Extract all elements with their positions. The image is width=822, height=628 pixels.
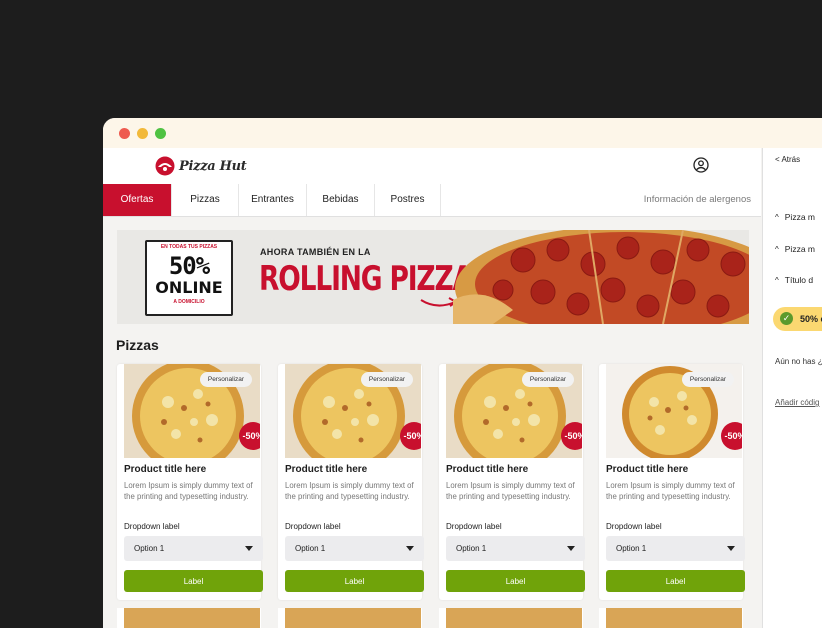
product-card-partial	[117, 608, 261, 628]
promo-banner[interactable]: EN TODAS TUS PIZZAS 50% ONLINE A DOMICIL…	[117, 230, 749, 324]
add-code-link[interactable]: Añadir códig	[775, 398, 819, 407]
dropdown-value: Option 1	[295, 544, 326, 553]
pizza-image	[606, 608, 742, 628]
check-icon: ✓	[780, 312, 793, 325]
pizza-image	[285, 608, 421, 628]
accordion-item[interactable]: ^ Título d	[775, 275, 813, 285]
personalize-button[interactable]: Personalizar	[681, 372, 734, 387]
dropdown-value: Option 1	[456, 544, 487, 553]
discount-badge: -50%	[561, 422, 582, 450]
product-title: Product title here	[606, 464, 689, 475]
back-link[interactable]: < Atrás	[775, 155, 800, 164]
tab-pizzas[interactable]: Pizzas	[172, 184, 239, 216]
discount-badge: EN TODAS TUS PIZZAS 50% ONLINE A DOMICIL…	[145, 240, 233, 316]
panel-note: Aún no has ¿quieres ver	[775, 357, 822, 366]
brand-name: Pizza Hut	[179, 158, 247, 174]
product-description: Lorem Ipsum is simply dummy text of the …	[285, 481, 414, 501]
cart-side-panel: < Atrás ^ Pizza m ^ Pizza m ^ Título d ✓ 50…	[762, 148, 822, 628]
pizza-image	[446, 608, 582, 628]
allergens-link[interactable]: Información de alergenos	[644, 184, 751, 216]
product-title: Product title here	[124, 464, 207, 475]
window-titlebar	[103, 118, 822, 148]
pizza-image	[124, 608, 260, 628]
discount-badge: -50%	[239, 422, 260, 450]
product-description: Lorem Ipsum is simply dummy text of the …	[124, 481, 253, 501]
option-dropdown[interactable]: Option 1	[446, 536, 585, 561]
product-card-partial	[599, 608, 743, 628]
caret-down-icon	[567, 546, 575, 551]
pizza-hut-logo[interactable]: Pizza Hut	[155, 156, 247, 176]
product-image[interactable]: Personalizar -50%	[285, 364, 421, 458]
personalize-button[interactable]: Personalizar	[199, 372, 252, 387]
rolling-pizza-image	[453, 230, 749, 324]
discount-badge: -50%	[400, 422, 421, 450]
tab-bebidas[interactable]: Bebidas	[307, 184, 375, 216]
product-image[interactable]: Personalizar -50%	[124, 364, 260, 458]
dropdown-label: Dropdown label	[124, 522, 180, 531]
product-description: Lorem Ipsum is simply dummy text of the …	[606, 481, 735, 501]
accordion-label: Pizza m	[784, 244, 815, 254]
chevron-up-icon: ^	[775, 213, 779, 222]
badge-percent: 50%	[168, 252, 210, 280]
promo-applied-chip: ✓ 50% c	[773, 307, 822, 331]
maximize-window-button[interactable]	[155, 128, 166, 139]
dropdown-label: Dropdown label	[446, 522, 502, 531]
dropdown-label: Dropdown label	[285, 522, 341, 531]
promo-text: 50% c	[800, 314, 822, 324]
caret-down-icon	[245, 546, 253, 551]
product-title: Product title here	[446, 464, 529, 475]
site-header: Pizza Hut	[103, 148, 761, 185]
personalize-button[interactable]: Personalizar	[360, 372, 413, 387]
add-to-cart-button[interactable]: Label	[285, 570, 424, 592]
dropdown-value: Option 1	[134, 544, 165, 553]
badge-sub-text: A DOMICILIO	[173, 299, 205, 305]
accordion-item[interactable]: ^ Pizza m	[775, 244, 815, 254]
section-title-pizzas: Pizzas	[116, 337, 159, 353]
tab-postres[interactable]: Postres	[375, 184, 441, 216]
option-dropdown[interactable]: Option 1	[606, 536, 745, 561]
product-card: Personalizar -50% Product title here Lor…	[439, 364, 585, 600]
product-card-partial	[278, 608, 422, 628]
dropdown-value: Option 1	[616, 544, 647, 553]
tab-entrantes[interactable]: Entrantes	[239, 184, 307, 216]
option-dropdown[interactable]: Option 1	[124, 536, 263, 561]
banner-kicker: AHORA TAMBIÉN EN LA	[260, 247, 371, 257]
badge-top-text: EN TODAS TUS PIZZAS	[160, 244, 218, 250]
product-card: Personalizar -50% Product title here Lor…	[117, 364, 263, 600]
product-image[interactable]: Personalizar -50%	[446, 364, 582, 458]
browser-window: Pizza Hut Ofertas Pizzas Entrantes Bebid…	[103, 118, 822, 628]
product-image[interactable]: Personalizar -50%	[606, 364, 742, 458]
option-dropdown[interactable]: Option 1	[285, 536, 424, 561]
close-window-button[interactable]	[119, 128, 130, 139]
caret-down-icon	[727, 546, 735, 551]
chevron-up-icon: ^	[775, 276, 779, 285]
minimize-window-button[interactable]	[137, 128, 148, 139]
chevron-up-icon: ^	[775, 245, 779, 254]
user-circle-icon[interactable]	[693, 157, 709, 173]
dropdown-label: Dropdown label	[606, 522, 662, 531]
product-description: Lorem Ipsum is simply dummy text of the …	[446, 481, 575, 501]
product-card: Personalizar -50% Product title here Lor…	[278, 364, 424, 600]
personalize-button[interactable]: Personalizar	[521, 372, 574, 387]
banner-title: ROLLING PIZZA	[259, 259, 473, 299]
add-to-cart-button[interactable]: Label	[124, 570, 263, 592]
add-to-cart-button[interactable]: Label	[446, 570, 585, 592]
product-card-partial	[439, 608, 583, 628]
category-nav: Ofertas Pizzas Entrantes Bebidas Postres…	[103, 184, 761, 217]
accordion-label: Título d	[784, 275, 814, 285]
pizza-hut-roof-icon	[155, 156, 175, 176]
tab-ofertas[interactable]: Ofertas	[103, 184, 172, 216]
add-to-cart-button[interactable]: Label	[606, 570, 745, 592]
accordion-item[interactable]: ^ Pizza m	[775, 212, 815, 222]
badge-online: ONLINE	[155, 278, 223, 297]
accordion-label: Pizza m	[784, 212, 815, 222]
discount-badge: -50%	[721, 422, 742, 450]
caret-down-icon	[406, 546, 414, 551]
product-card: Personalizar -50% Product title here Lor…	[599, 364, 745, 600]
product-title: Product title here	[285, 464, 368, 475]
